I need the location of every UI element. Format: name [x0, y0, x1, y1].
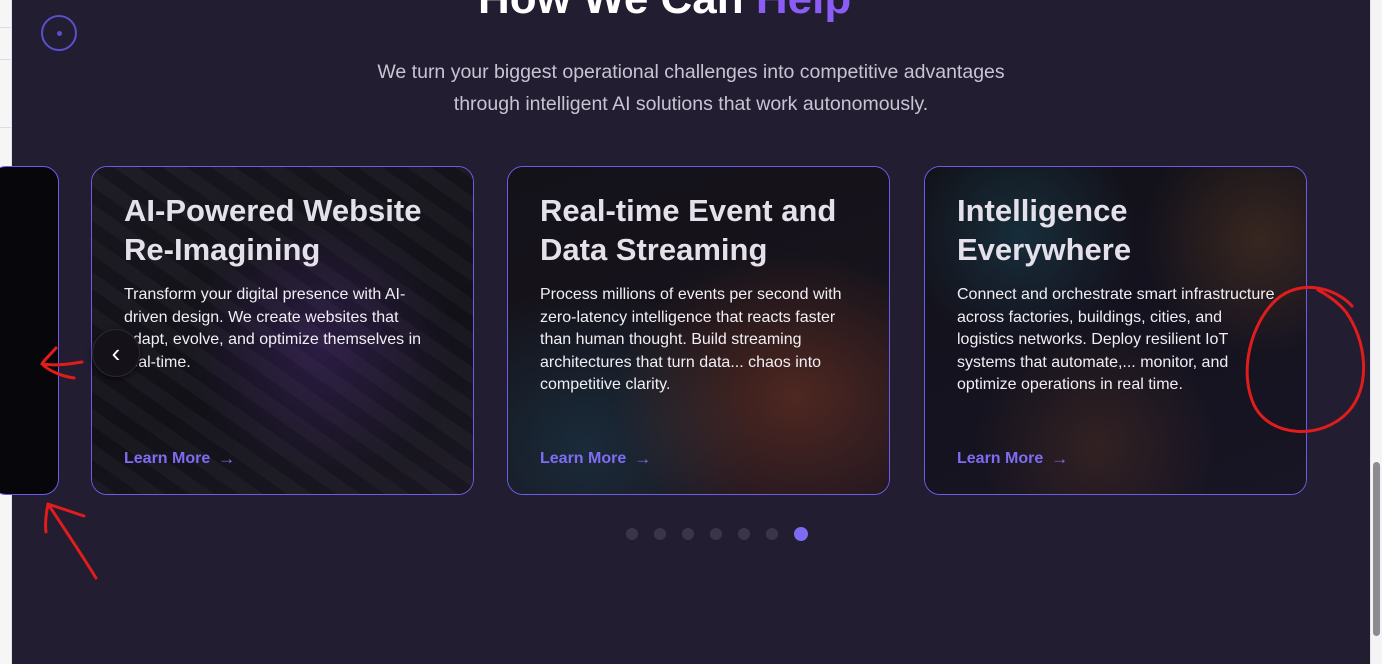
strip-divider: [0, 127, 11, 128]
arrow-right-icon: →: [634, 449, 652, 468]
card-description: Transform your digital presence with AI-…: [124, 286, 422, 371]
card-title: Real-time Event and Data Streaming: [540, 193, 837, 267]
service-card-iot[interactable]: Intelligence Everywhere Connect and orch…: [924, 166, 1307, 495]
learn-more-link[interactable]: Learn More →: [957, 449, 1068, 469]
section-heading: How We Can Help: [478, 0, 908, 24]
subtitle-line-1: We turn your biggest operational challen…: [377, 61, 1005, 83]
pagination-dot[interactable]: [766, 528, 778, 540]
heading-accent-text: Help: [756, 0, 851, 23]
page-scrollbar[interactable]: [1370, 0, 1382, 664]
heading-main-text: How We Can: [478, 0, 756, 23]
pagination-dot[interactable]: [710, 528, 722, 540]
scrollbar-thumb[interactable]: [1373, 462, 1380, 636]
learn-more-label: Learn More: [540, 450, 627, 467]
subtitle-line-2: through intelligent AI solutions that wo…: [453, 93, 929, 115]
learn-more-label: Learn More: [124, 450, 211, 467]
chevron-left-icon: ‹: [111, 337, 121, 368]
strip-divider: [0, 27, 11, 28]
annotation-arrow-up: [44, 502, 98, 580]
carousel-card-partial[interactable]: [0, 166, 59, 495]
card-description: Connect and orchestrate smart infrastruc…: [957, 286, 1275, 393]
service-card-streaming[interactable]: Real-time Event and Data Streaming Proce…: [507, 166, 890, 495]
target-icon: [41, 15, 77, 51]
section-subtitle: We turn your biggest operational challen…: [320, 56, 1062, 120]
carousel-prev-button[interactable]: ‹: [92, 329, 140, 377]
carousel-pagination: [626, 527, 808, 541]
arrow-right-icon: →: [1051, 449, 1069, 468]
card-title: Intelligence Everywhere: [957, 193, 1132, 267]
pagination-dot[interactable]: [682, 528, 694, 540]
pagination-dot-active[interactable]: [794, 527, 808, 541]
service-card-website[interactable]: AI-Powered Website Re-Imagining Transfor…: [91, 166, 474, 495]
arrow-right-icon: →: [218, 449, 236, 468]
pagination-dot[interactable]: [626, 528, 638, 540]
pagination-dot[interactable]: [738, 528, 750, 540]
learn-more-label: Learn More: [957, 450, 1044, 467]
card-description: Process millions of events per second wi…: [540, 286, 842, 393]
learn-more-link[interactable]: Learn More →: [124, 449, 235, 469]
card-title: AI-Powered Website Re-Imagining: [124, 193, 422, 267]
pagination-dot[interactable]: [654, 528, 666, 540]
strip-divider: [0, 59, 11, 60]
learn-more-link[interactable]: Learn More →: [540, 449, 651, 469]
